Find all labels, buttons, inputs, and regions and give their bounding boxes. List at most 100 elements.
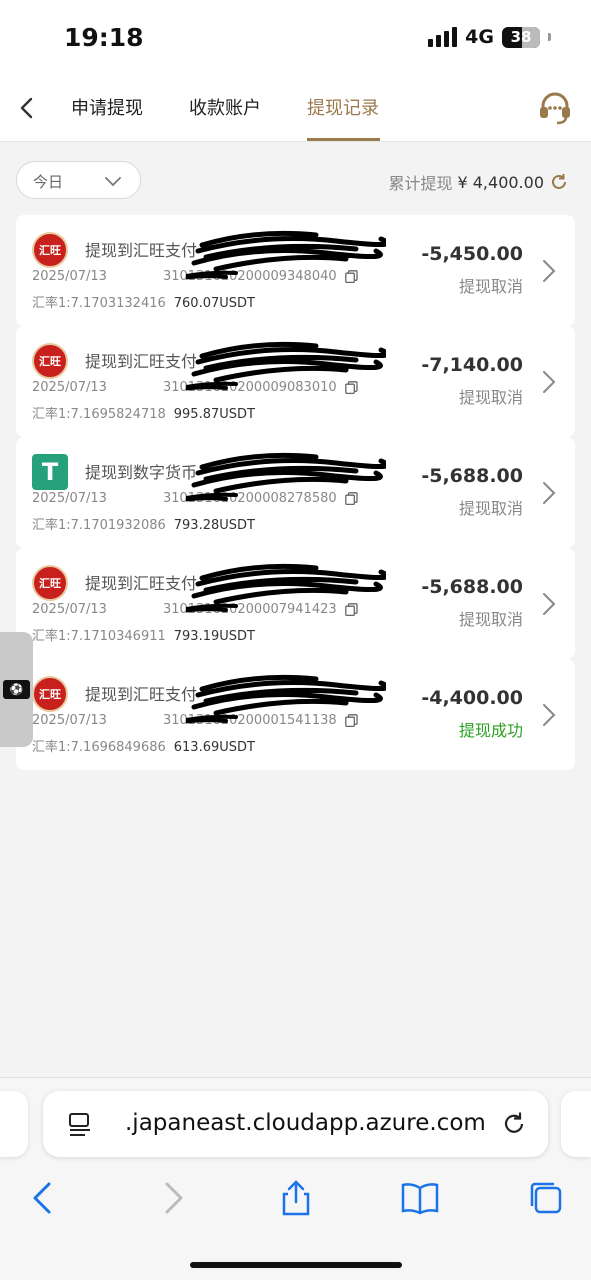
record-rate: 汇率1:7.1703132416 760.07USDT: [32, 292, 255, 311]
status-icons: 4G 38: [428, 26, 551, 48]
floating-side-tab[interactable]: ⚽: [0, 632, 33, 747]
record-order-number: 310131620200009348040: [162, 269, 337, 284]
record-order-number: 310131620200009083010: [162, 380, 337, 395]
record-order-number: 310131620200001541138: [162, 713, 337, 728]
chevron-right-icon: [543, 704, 556, 726]
record-time: 2025/07/13: [32, 269, 107, 284]
record-meta: 2025/07/13 310131620200007941423: [32, 602, 358, 617]
chevron-down-icon: [105, 177, 121, 187]
usdt-amount: 613.69USDT: [173, 740, 255, 755]
record-status: 提现取消: [458, 277, 523, 296]
record-time: 2025/07/13: [32, 380, 107, 395]
chevron-right-icon: [543, 593, 556, 615]
record-status: 提现成功: [458, 721, 523, 740]
network-type: 4G: [465, 26, 494, 48]
record-title: 提现到汇旺支付: [85, 685, 198, 704]
record-status: 提现取消: [458, 499, 523, 518]
cumulative-withdraw: 累计提现 ¥ 4,400.00: [388, 170, 569, 194]
cumulative-amount: ¥ 4,400.00: [457, 172, 544, 192]
record-amount: -5,688.00: [421, 465, 523, 487]
page-menu-icon[interactable]: [67, 1112, 93, 1138]
bookmarks-icon[interactable]: [400, 1178, 440, 1218]
copy-icon[interactable]: [344, 270, 358, 283]
record-meta: 2025/07/13 310131620200001541138: [32, 713, 358, 728]
status-bar: 19:18 4G 38: [0, 0, 591, 78]
copy-icon[interactable]: [344, 492, 358, 505]
cumulative-label: 累计提现: [388, 174, 453, 193]
record-rate: 汇率1:7.1695824718 995.87USDT: [32, 403, 255, 422]
battery-tip: [548, 33, 551, 41]
browser-back-icon[interactable]: [24, 1178, 64, 1218]
clock: 19:18: [64, 23, 144, 52]
share-icon[interactable]: [276, 1178, 316, 1218]
chevron-right-icon: [543, 371, 556, 393]
usdt-amount: 760.07USDT: [173, 296, 255, 311]
home-indicator: [190, 1262, 402, 1268]
usdt-tether-logo: T: [32, 454, 68, 490]
next-tab-peek[interactable]: [561, 1091, 591, 1157]
top-navbar: 申请提现 收款账户 提现记录: [0, 78, 591, 142]
active-tab-indicator: [307, 138, 380, 141]
chevron-right-icon: [543, 482, 556, 504]
record-title: 提现到数字货币: [85, 463, 198, 482]
customer-service-headset-icon[interactable]: [537, 90, 573, 126]
record-time: 2025/07/13: [32, 713, 107, 728]
withdraw-record-card[interactable]: T 提现到数字货币 2025/07/13 310131620200008278580 汇…: [16, 437, 575, 548]
record-title: 提现到汇旺支付: [85, 241, 198, 260]
tabs-icon[interactable]: [526, 1178, 566, 1218]
cellular-signal-icon: [428, 27, 458, 47]
browser-forward-icon[interactable]: [152, 1178, 192, 1218]
copy-icon[interactable]: [344, 381, 358, 394]
record-meta: 2025/07/13 310131620200009083010: [32, 380, 358, 395]
browser-chrome: .japaneast.cloudapp.azure.com: [0, 1077, 591, 1280]
chevron-right-icon: [543, 260, 556, 282]
battery-icon: 38: [502, 26, 540, 48]
previous-tab-peek[interactable]: [0, 1091, 28, 1157]
record-meta: 2025/07/13 310131620200009348040: [32, 269, 358, 284]
record-rate: 汇率1:7.1710346911 793.19USDT: [32, 625, 255, 644]
reload-icon[interactable]: [500, 1110, 528, 1138]
withdraw-record-card[interactable]: 汇旺 提现到汇旺支付 2025/07/13 310131620200009083010…: [16, 326, 575, 437]
record-rate: 汇率1:7.1696849686 613.69USDT: [32, 736, 255, 755]
record-amount: -5,688.00: [421, 576, 523, 598]
date-filter-dropdown[interactable]: 今日: [16, 161, 141, 199]
exchange-rate: 汇率1:7.1696849686: [32, 740, 166, 755]
record-title: 提现到汇旺支付: [85, 574, 198, 593]
exchange-rate: 汇率1:7.1695824718: [32, 407, 166, 422]
huiwang-logo: 汇旺: [32, 232, 68, 268]
record-amount: -5,450.00: [421, 243, 523, 265]
address-bar[interactable]: .japaneast.cloudapp.azure.com: [43, 1091, 548, 1157]
record-time: 2025/07/13: [32, 491, 107, 506]
huiwang-logo: 汇旺: [32, 565, 68, 601]
record-meta: 2025/07/13 310131620200008278580: [32, 491, 358, 506]
usdt-amount: 793.19USDT: [173, 629, 255, 644]
record-amount: -4,400.00: [421, 687, 523, 709]
copy-icon[interactable]: [344, 714, 358, 727]
huiwang-logo: 汇旺: [32, 343, 68, 379]
huiwang-logo: 汇旺: [32, 676, 68, 712]
withdraw-record-card[interactable]: 汇旺 提现到汇旺支付 2025/07/13 310131620200001541138…: [16, 659, 575, 770]
battery-level: 38: [510, 27, 532, 46]
copy-icon[interactable]: [344, 603, 358, 616]
tab-apply-withdraw[interactable]: 申请提现: [71, 94, 143, 120]
record-order-number: 310131620200008278580: [162, 491, 337, 506]
back-arrow-icon[interactable]: [14, 94, 42, 122]
record-status: 提现取消: [458, 388, 523, 407]
date-filter-value: 今日: [33, 173, 64, 191]
record-amount: -7,140.00: [421, 354, 523, 376]
usdt-amount: 995.87USDT: [173, 407, 255, 422]
exchange-rate: 汇率1:7.1701932086: [32, 518, 166, 533]
usdt-amount: 793.28USDT: [173, 518, 255, 533]
exchange-rate: 汇率1:7.1710346911: [32, 629, 166, 644]
soccer-ball-icon: ⚽: [3, 680, 30, 699]
record-title: 提现到汇旺支付: [85, 352, 198, 371]
exchange-rate: 汇率1:7.1703132416: [32, 296, 166, 311]
record-order-number: 310131620200007941423: [162, 602, 337, 617]
withdraw-record-card[interactable]: 汇旺 提现到汇旺支付 2025/07/13 310131620200009348040…: [16, 215, 575, 326]
tab-payee-account[interactable]: 收款账户: [189, 94, 261, 120]
withdraw-record-card[interactable]: 汇旺 提现到汇旺支付 2025/07/13 310131620200007941423…: [16, 548, 575, 659]
record-status: 提现取消: [458, 610, 523, 629]
record-time: 2025/07/13: [32, 602, 107, 617]
tab-withdraw-records[interactable]: 提现记录: [307, 94, 379, 120]
refresh-icon[interactable]: [549, 172, 569, 192]
